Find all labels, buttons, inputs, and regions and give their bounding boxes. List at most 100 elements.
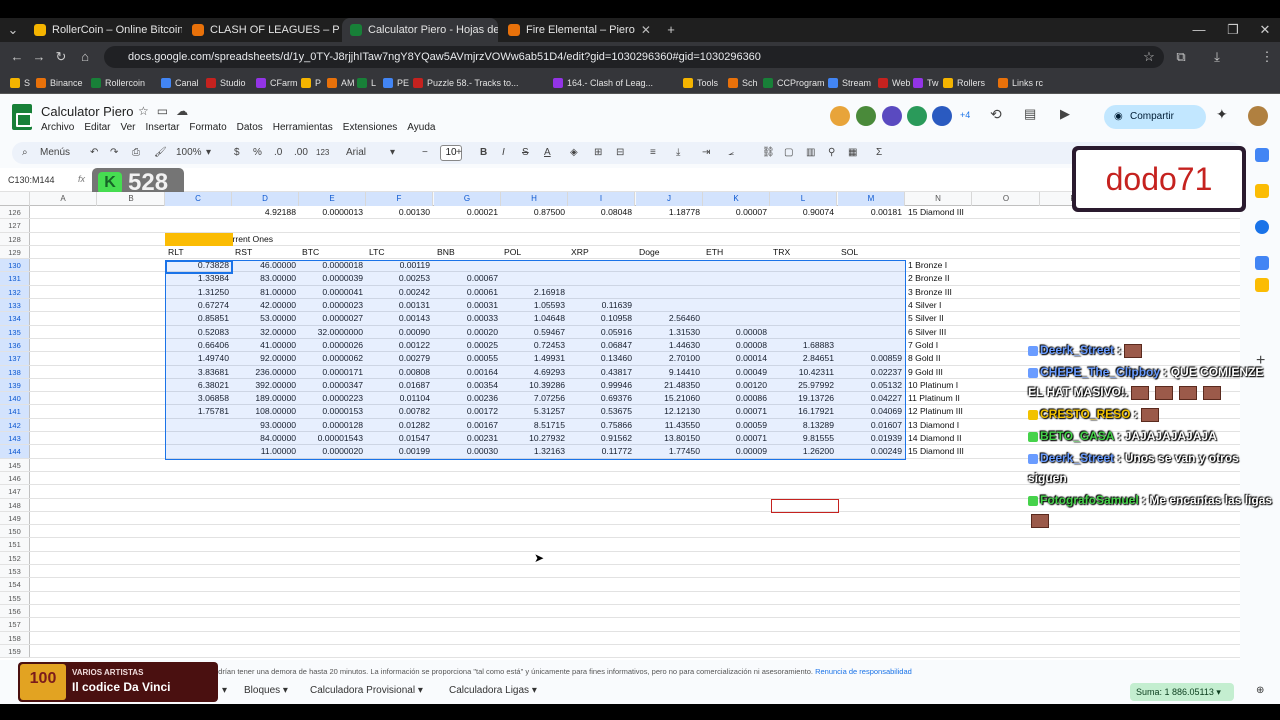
column-header[interactable]: I (568, 192, 635, 206)
row-header[interactable]: 143 (0, 432, 30, 445)
more-collaborators[interactable]: +4 (960, 110, 970, 120)
bookmark-item[interactable]: PE (383, 72, 409, 94)
cell-l136[interactable]: 1.68883 (770, 339, 837, 351)
cell-h137[interactable]: 1.49931 (501, 352, 568, 364)
cell-h132[interactable]: 2.16918 (501, 286, 568, 298)
bookmark-item[interactable]: L (357, 72, 376, 94)
row-header[interactable]: 133 (0, 299, 30, 312)
column-header[interactable]: D (232, 192, 299, 206)
cell-d138[interactable]: 236.00000 (232, 366, 299, 378)
column-header[interactable]: K (703, 192, 770, 206)
cell-d129[interactable]: RST (232, 246, 299, 258)
cell-e133[interactable]: 0.0000023 (299, 299, 366, 311)
cell-g142[interactable]: 0.00167 (434, 419, 501, 431)
menu-formato[interactable]: Formato (189, 122, 226, 133)
cell-d126[interactable]: 4.92188 (232, 206, 299, 218)
cell-n131[interactable]: 2 Bronze II (905, 272, 972, 284)
text-color-icon[interactable]: A (544, 142, 551, 164)
cell-f133[interactable]: 0.00131 (366, 299, 433, 311)
star-icon[interactable]: ☆ (138, 104, 157, 118)
chart-icon[interactable]: ▥ (806, 142, 815, 164)
cell-e132[interactable]: 0.0000041 (299, 286, 366, 298)
column-header[interactable]: A (30, 192, 97, 206)
menu-extensiones[interactable]: Extensiones (343, 122, 397, 133)
font-increase-icon[interactable]: + (456, 142, 462, 164)
cell-e142[interactable]: 0.0000128 (299, 419, 366, 431)
row-header[interactable]: 140 (0, 392, 30, 405)
row-header[interactable]: 145 (0, 458, 30, 471)
cell-e130[interactable]: 0.0000018 (299, 259, 366, 271)
cell-e134[interactable]: 0.0000027 (299, 312, 366, 324)
strikethrough-icon[interactable]: S (522, 142, 529, 164)
move-folder-icon[interactable]: ▭ (157, 104, 176, 118)
cell-e141[interactable]: 0.0000153 (299, 405, 366, 417)
cell-i141[interactable]: 0.53675 (568, 405, 635, 417)
row-header[interactable]: 130 (0, 259, 30, 272)
cell-d143[interactable]: 84.00000 (232, 432, 299, 444)
cell-c136[interactable]: 0.66406 (165, 339, 232, 351)
cell-i139[interactable]: 0.99946 (568, 379, 635, 391)
row-header[interactable]: 128 (0, 232, 30, 245)
bookmark-item[interactable]: Links rc (998, 72, 1043, 94)
undo-icon[interactable]: ↶ (90, 142, 98, 164)
cell-d137[interactable]: 92.00000 (232, 352, 299, 364)
cell-g141[interactable]: 0.00172 (434, 405, 501, 417)
disclaimer-link[interactable]: Renuncia de responsabilidad (815, 667, 912, 676)
functions-icon[interactable]: Σ (876, 142, 882, 164)
back-icon[interactable]: ← (8, 48, 26, 66)
cell-c132[interactable]: 1.31250 (165, 286, 232, 298)
cloud-status-icon[interactable]: ☁ (176, 104, 196, 118)
cell-n133[interactable]: 4 Silver I (905, 299, 972, 311)
increase-decimal-button[interactable]: .00 (294, 142, 308, 164)
cell-d139[interactable]: 392.00000 (232, 379, 299, 391)
cell-c133[interactable]: 0.67274 (165, 299, 232, 311)
cell-j137[interactable]: 2.70100 (636, 352, 703, 364)
cell-g132[interactable]: 0.00061 (434, 286, 501, 298)
bookmark-item[interactable]: Rollercoin (91, 72, 145, 94)
cell-f138[interactable]: 0.00808 (366, 366, 433, 378)
cell-n144[interactable]: 15 Diamond III (905, 445, 972, 457)
cell-d130[interactable]: 46.00000 (232, 259, 299, 271)
cell-l137[interactable]: 2.84651 (770, 352, 837, 364)
cell-g138[interactable]: 0.00164 (434, 366, 501, 378)
link-icon[interactable]: ⛓ (762, 142, 775, 164)
cell-d135[interactable]: 32.00000 (232, 326, 299, 338)
cell-i135[interactable]: 0.05916 (568, 326, 635, 338)
cell-n134[interactable]: 5 Silver II (905, 312, 972, 324)
cell-g135[interactable]: 0.00020 (434, 326, 501, 338)
cell-i133[interactable]: 0.11639 (568, 299, 635, 311)
cell-l141[interactable]: 16.17921 (770, 405, 837, 417)
collaborator-avatar[interactable] (907, 106, 927, 126)
cell-e143[interactable]: 0.00001543 (299, 432, 366, 444)
cell-f135[interactable]: 0.00090 (366, 326, 433, 338)
collaborator-avatar[interactable] (856, 106, 876, 126)
menu-editar[interactable]: Editar (84, 122, 110, 133)
row-header[interactable]: 147 (0, 485, 30, 498)
cell-n137[interactable]: 8 Gold II (905, 352, 972, 364)
cell-m140[interactable]: 0.04227 (838, 392, 905, 404)
print-icon[interactable]: ⎙ (132, 142, 140, 164)
forward-icon[interactable]: → (30, 48, 48, 66)
cell-g139[interactable]: 0.00354 (434, 379, 501, 391)
cell-j134[interactable]: 2.56460 (636, 312, 703, 324)
row-header[interactable]: 153 (0, 565, 30, 578)
column-header[interactable]: H (501, 192, 568, 206)
column-header[interactable]: E (299, 192, 366, 206)
cell-h138[interactable]: 4.69293 (501, 366, 568, 378)
bookmark-item[interactable]: 164.- Clash of Leag... (553, 72, 653, 94)
cell-d144[interactable]: 11.00000 (232, 445, 299, 457)
browser-tab-fire[interactable]: Fire Elemental – Piero ✕ (500, 18, 656, 42)
cell-l143[interactable]: 9.81555 (770, 432, 837, 444)
cell-g134[interactable]: 0.00033 (434, 312, 501, 324)
cell-m143[interactable]: 0.01939 (838, 432, 905, 444)
cell-c134[interactable]: 0.85851 (165, 312, 232, 324)
align-left-icon[interactable]: ≡ (650, 142, 656, 164)
row-header[interactable]: 155 (0, 591, 30, 604)
bookmark-star-icon[interactable]: ☆ (1140, 48, 1158, 66)
bookmark-item[interactable]: Canal (161, 72, 199, 94)
cell-m126[interactable]: 0.00181 (838, 206, 905, 218)
more-formats-button[interactable]: 123 (316, 142, 329, 164)
sum-indicator[interactable]: Suma: 1 886.05113 ▾ (1130, 683, 1234, 701)
meet-icon[interactable]: ▶ (1060, 106, 1070, 122)
row-header[interactable]: 141 (0, 405, 30, 418)
